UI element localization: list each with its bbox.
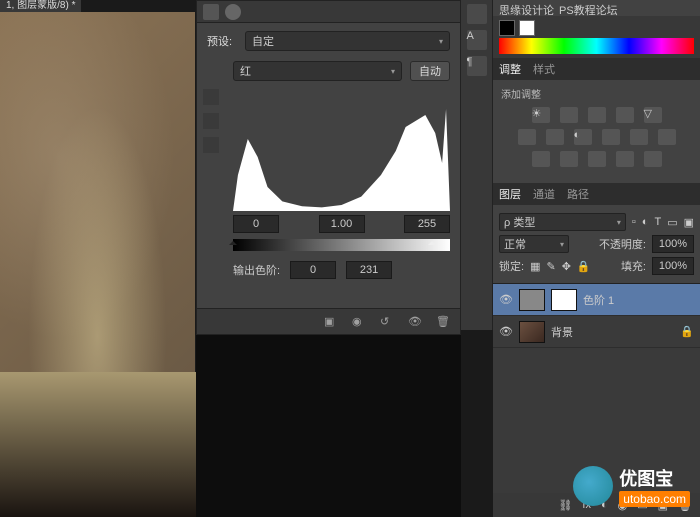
levels-panel: 预设: 自定 红 自动 0 1.00 255 输出色阶: 0	[196, 0, 461, 335]
filter-smart-icon[interactable]: ▣	[684, 216, 694, 229]
output-black-field[interactable]: 0	[290, 261, 336, 279]
lock-trans-icon[interactable]: ▦	[530, 260, 540, 273]
channel-select[interactable]: 红	[233, 61, 402, 81]
lock-label: 锁定:	[499, 258, 524, 274]
preset-select[interactable]: 自定	[245, 31, 450, 51]
foreground-color[interactable]	[499, 20, 515, 36]
tab-channels[interactable]: 通道	[533, 186, 555, 202]
channelmixer-icon[interactable]	[630, 129, 648, 145]
levels-header	[197, 1, 460, 23]
filter-pixel-icon[interactable]: ▫	[632, 216, 636, 228]
collapsed-panel-rail: A ¶	[461, 0, 493, 330]
clip-icon[interactable]: ▣	[324, 315, 338, 329]
auto-button[interactable]: 自动	[410, 61, 450, 81]
histogram[interactable]	[233, 91, 450, 211]
color-spectrum[interactable]	[499, 38, 694, 54]
canvas-floor	[0, 372, 196, 517]
fill-label: 填充:	[597, 258, 646, 274]
document-tab[interactable]: 1, 图层蒙版/8) *	[0, 0, 81, 12]
photofilter-icon[interactable]	[602, 129, 620, 145]
eyedropper-white-icon[interactable]	[203, 137, 219, 153]
color-panel	[493, 16, 700, 58]
layer-list: 👁 色阶 1 👁 背景 🔒	[493, 283, 700, 493]
exposure-icon[interactable]	[616, 107, 634, 123]
output-label: 输出色阶:	[233, 262, 280, 278]
filter-type-icon[interactable]: T	[654, 216, 661, 228]
background-color[interactable]	[519, 20, 535, 36]
levels-icon[interactable]	[560, 107, 578, 123]
layer-name[interactable]: 色阶 1	[583, 292, 614, 308]
layer-thumb-mask[interactable]	[551, 289, 577, 311]
layer-row[interactable]: 👁 背景 🔒	[493, 316, 700, 348]
colorbalance-icon[interactable]	[546, 129, 564, 145]
rail-char-icon[interactable]: A	[467, 30, 487, 50]
posterize-icon[interactable]	[560, 151, 578, 167]
tab-adjustments[interactable]: 调整	[499, 61, 521, 77]
rail-history-icon[interactable]	[467, 4, 487, 24]
right-panels: 思缘设计论坛 PS教程论坛 BBS.16XX8.COM 调整 样式 添加调整 ☀…	[493, 0, 700, 517]
layer-row[interactable]: 👁 色阶 1	[493, 284, 700, 316]
preset-label: 预设:	[207, 33, 237, 49]
mask-icon[interactable]	[225, 4, 241, 20]
add-adjustment-label: 添加调整	[501, 86, 692, 101]
bw-icon[interactable]: ◐	[574, 129, 592, 145]
adjustments-tabs: 调整 样式	[493, 58, 700, 80]
output-gradient[interactable]	[233, 239, 450, 251]
reset-icon[interactable]: ↺	[380, 315, 394, 329]
trash-icon[interactable]: 🗑	[436, 315, 450, 329]
output-white-field[interactable]: 231	[346, 261, 392, 279]
canvas-image[interactable]	[0, 12, 195, 372]
layer-thumb-bg[interactable]	[519, 321, 545, 343]
view-prev-icon[interactable]: ◉	[352, 315, 366, 329]
opacity-field[interactable]: 100%	[652, 235, 694, 253]
eyedropper-gray-icon[interactable]	[203, 113, 219, 129]
tab-layers[interactable]: 图层	[499, 186, 521, 202]
filter-adjust-icon[interactable]: ◐	[642, 216, 649, 228]
input-black-field[interactable]: 0	[233, 215, 279, 233]
layer-filter-select[interactable]: ρ 类型	[499, 213, 626, 231]
layer-thumb-adjust[interactable]	[519, 289, 545, 311]
utobao-logo-icon	[573, 466, 613, 506]
input-white-field[interactable]: 255	[404, 215, 450, 233]
selectivecolor-icon[interactable]	[644, 151, 662, 167]
lock-pos-icon[interactable]: ✥	[562, 260, 571, 273]
lock-icon: 🔒	[680, 325, 694, 338]
filter-shape-icon[interactable]: ▭	[667, 216, 677, 229]
lock-all-icon[interactable]: 🔒	[577, 260, 591, 273]
levels-footer: ▣ ◉ ↺ 👁 🗑	[197, 308, 460, 334]
adjustments-body: 添加调整 ☀ ▽ ◐	[493, 80, 700, 183]
utobao-watermark: 优图宝 utobao.com	[573, 465, 690, 507]
blend-mode-select[interactable]: 正常	[499, 235, 569, 253]
colorlookup-icon[interactable]	[658, 129, 676, 145]
input-gamma-field[interactable]: 1.00	[319, 215, 365, 233]
canvas-dark-area	[196, 335, 461, 517]
rail-paragraph-icon[interactable]: ¶	[467, 56, 487, 76]
brightness-icon[interactable]: ☀	[532, 107, 550, 123]
watermark-bar: 思缘设计论坛 PS教程论坛 BBS.16XX8.COM	[493, 0, 700, 16]
curves-icon[interactable]	[588, 107, 606, 123]
hue-icon[interactable]	[518, 129, 536, 145]
gradientmap-icon[interactable]	[616, 151, 634, 167]
opacity-label: 不透明度:	[575, 236, 646, 252]
fill-field[interactable]: 100%	[652, 257, 694, 275]
invert-icon[interactable]	[532, 151, 550, 167]
visibility-icon[interactable]: 👁	[408, 315, 422, 329]
lock-pixel-icon[interactable]: ✎	[546, 260, 555, 273]
vibrance-icon[interactable]: ▽	[644, 107, 662, 123]
threshold-icon[interactable]	[588, 151, 606, 167]
visibility-icon[interactable]: 👁	[499, 293, 513, 307]
tab-paths[interactable]: 路径	[567, 186, 589, 202]
layer-name[interactable]: 背景	[551, 324, 573, 340]
eyedropper-black-icon[interactable]	[203, 89, 219, 105]
link-icon[interactable]: ⛓	[558, 499, 572, 512]
tab-styles[interactable]: 样式	[533, 61, 555, 77]
visibility-icon[interactable]: 👁	[499, 325, 513, 339]
histogram-icon[interactable]	[203, 4, 219, 20]
